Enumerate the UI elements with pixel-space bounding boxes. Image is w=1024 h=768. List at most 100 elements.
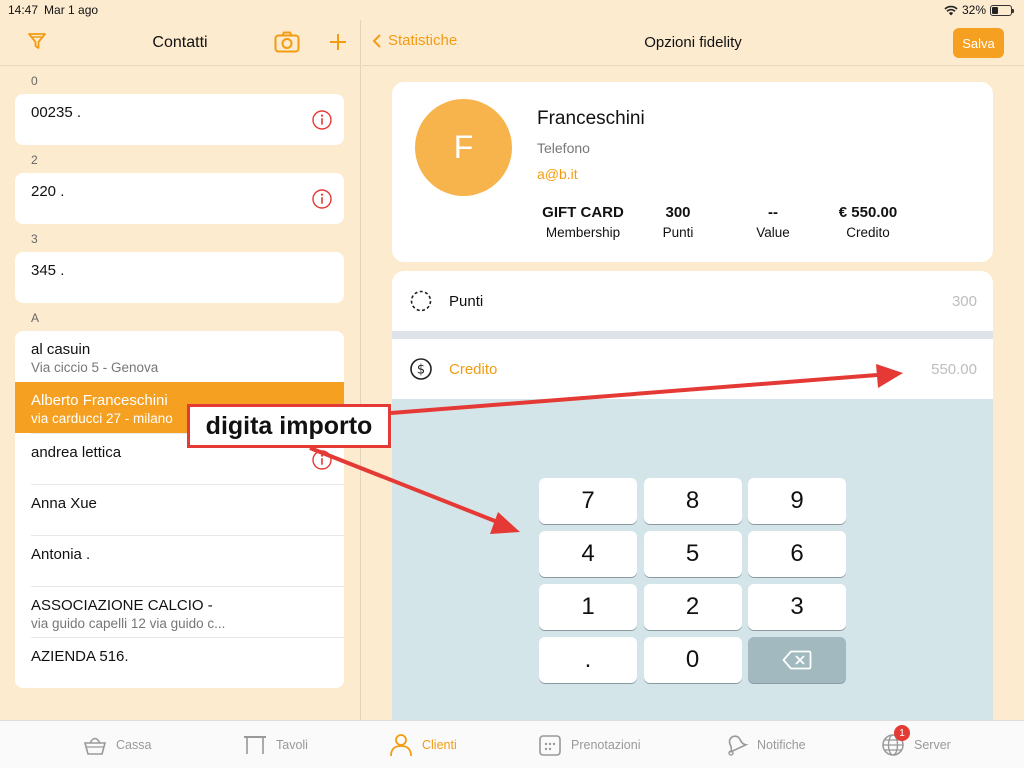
info-icon[interactable] [312, 189, 332, 209]
keypad-key[interactable]: 7 [539, 478, 637, 524]
table-icon [244, 736, 266, 754]
tab-label: Clienti [422, 738, 457, 752]
contact-name: Antonia . [31, 546, 91, 563]
punti-label: Punti [449, 292, 484, 310]
contact-row[interactable]: 345 . [15, 252, 344, 303]
stat-value-box: -- Value [718, 204, 828, 240]
keypad-key[interactable]: . [539, 637, 637, 683]
person-icon [390, 734, 412, 757]
stat-credito: € 550.00 Credito [813, 204, 923, 240]
tab-server[interactable]: 1 Server [880, 721, 951, 768]
stat-punti: 300 Punti [623, 204, 733, 240]
contact-row[interactable]: 00235 . [15, 94, 344, 145]
section-label: 0 [31, 74, 38, 88]
contact-address: via guido capelli 12 via guido c... [31, 616, 226, 631]
status-date: Mar 1 ago [44, 3, 99, 17]
credito-label: Credito [449, 360, 498, 378]
tab-label: Tavoli [276, 738, 308, 752]
customer-name: Franceschini [537, 108, 645, 129]
customer-phone[interactable]: Telefono [537, 140, 590, 156]
annotation-label: digita importo [187, 404, 391, 448]
punti-field[interactable]: Punti 300 [392, 271, 993, 331]
credito-field[interactable]: $ Credito 550.00 [392, 339, 993, 399]
info-icon[interactable] [312, 450, 332, 470]
contact-name: al casuin [31, 341, 91, 358]
battery-percent: 32% [961, 3, 986, 17]
contacts-list: 0 00235 . 2 220 . 3 345 . Aal casuin Via ciccio… [0, 66, 360, 688]
stat-value: 300 [665, 204, 691, 221]
status-time: 14:47 [8, 3, 39, 17]
contact-name: ASSOCIAZIONE CALCIO - [31, 597, 213, 614]
save-button[interactable]: Salva [953, 28, 1004, 58]
stat-label: Credito [846, 225, 890, 240]
stat-label: Membership [545, 225, 621, 240]
svg-text:$: $ [417, 363, 425, 378]
contact-row[interactable]: AZIENDA 516. [31, 637, 344, 688]
stat-value: € 550.00 [838, 204, 898, 221]
fidelity-header: Statistiche Opzioni fidelity Salva [362, 20, 1024, 66]
contact-name: AZIENDA 516. [31, 648, 129, 665]
contact-row[interactable]: Anna Xue [31, 484, 344, 535]
contact-name: 345 . [31, 262, 65, 279]
contacts-card: 345 . [15, 252, 344, 303]
section-label: 3 [31, 232, 38, 246]
contact-name: 220 . [31, 183, 65, 200]
keypad-key[interactable]: 0 [643, 637, 742, 683]
contact-row[interactable]: 220 . [15, 173, 344, 224]
credito-value[interactable]: 550.00 [931, 361, 977, 378]
tab-notifiche[interactable]: Notifiche [723, 721, 806, 768]
calendar-icon [539, 735, 561, 756]
contacts-card: 00235 . [15, 94, 344, 145]
camera-icon[interactable] [274, 31, 300, 53]
fidelity-pane: Statistiche Opzioni fidelity Salva F Fra… [362, 20, 1024, 720]
avatar: F [415, 99, 512, 196]
contact-row[interactable]: Antonia . [31, 535, 344, 586]
contact-address: Via ciccio 5 - Genova [31, 360, 159, 375]
keypad-key[interactable]: 8 [643, 478, 742, 524]
fidelity-title: Opzioni fidelity [644, 34, 742, 51]
tab-bar: Cassa Tavoli Clienti Prenotazioni Notifiche 1… [0, 720, 1024, 768]
keypad-key[interactable]: 5 [643, 531, 742, 577]
contacts-card: 220 . [15, 173, 344, 224]
tab-prenotazioni[interactable]: Prenotazioni [537, 721, 641, 768]
notification-badge: 1 [894, 725, 910, 741]
tab-clienti[interactable]: Clienti [388, 721, 457, 768]
profile-card: F Franceschini Telefono a@b.it GIFT CARD… [392, 82, 993, 262]
contacts-title: Contatti [152, 33, 208, 51]
divider [392, 331, 993, 339]
tab-label: Prenotazioni [571, 738, 641, 752]
contact-name: Anna Xue [31, 495, 97, 512]
section-label: A [31, 311, 40, 325]
wifi-icon [944, 5, 958, 15]
contacts-card: al casuin Via ciccio 5 - Genova Alberto Fr… [15, 331, 344, 688]
tab-cassa[interactable]: Cassa [82, 721, 151, 768]
contacts-header: Contatti [0, 20, 360, 66]
backspace-icon [782, 650, 812, 670]
stat-value: -- [768, 204, 778, 221]
contact-row[interactable]: ASSOCIAZIONE CALCIO - via guido capelli 1… [31, 586, 344, 637]
stat-label: Value [756, 225, 790, 240]
numeric-keypad: 789 456 123.0 [392, 399, 993, 720]
keypad-key[interactable]: 9 [748, 478, 846, 524]
dollar-circle-icon: $ [410, 358, 432, 380]
battery-icon [990, 4, 1014, 16]
basket-icon [83, 737, 107, 755]
stat-membership: GIFT CARD Membership [528, 204, 638, 240]
delete-key[interactable] [748, 637, 846, 683]
tab-tavoli[interactable]: Tavoli [242, 721, 308, 768]
customer-email[interactable]: a@b.it [537, 166, 578, 182]
add-icon[interactable] [329, 33, 347, 51]
contact-row[interactable]: al casuin Via ciccio 5 - Genova [15, 331, 344, 382]
keypad-key[interactable]: 2 [643, 584, 742, 630]
info-icon[interactable] [312, 110, 332, 130]
tab-label: Notifiche [757, 738, 806, 752]
contacts-pane: Contatti 0 00235 . 2 220 . 3 345 . Aal casuin V… [0, 20, 361, 720]
keypad-key[interactable]: 1 [539, 584, 637, 630]
stat-label: Punti [662, 225, 694, 240]
punti-value: 300 [951, 292, 977, 310]
contact-name: 00235 . [31, 104, 82, 121]
keypad-key[interactable]: 4 [539, 531, 637, 577]
keypad-key[interactable]: 6 [748, 531, 846, 577]
keypad-key[interactable]: 3 [748, 584, 846, 630]
stat-value: GIFT CARD [542, 204, 624, 221]
